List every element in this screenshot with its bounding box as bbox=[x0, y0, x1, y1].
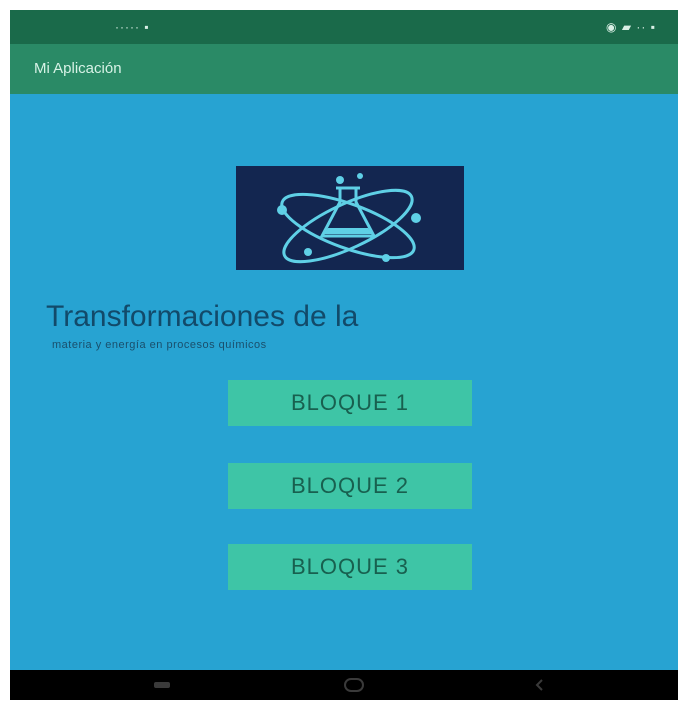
page-subtitle: materia y energía en procesos químicos bbox=[52, 339, 267, 351]
nav-recent-button[interactable] bbox=[525, 670, 555, 700]
navigation-bar bbox=[10, 670, 678, 700]
status-bar: ····· ▪ ◉ ▰ ·· ▪ bbox=[10, 10, 678, 44]
bloque-2-button[interactable]: BLOQUE 2 bbox=[228, 463, 472, 509]
app-title: Mi Aplicación bbox=[34, 60, 122, 77]
atom-flask-icon bbox=[277, 173, 421, 264]
app-logo bbox=[236, 166, 464, 270]
page-title: Transformaciones de la bbox=[46, 300, 359, 333]
home-icon bbox=[344, 678, 364, 692]
bloque-1-button[interactable]: BLOQUE 1 bbox=[228, 380, 472, 426]
phone-screen: ····· ▪ ◉ ▰ ·· ▪ Mi Aplicación Transform… bbox=[10, 10, 678, 700]
app-bar: Mi Aplicación bbox=[10, 44, 678, 94]
nav-home-button[interactable] bbox=[334, 670, 374, 700]
status-bar-left: ····· ▪ bbox=[115, 20, 150, 34]
nav-back-button[interactable] bbox=[142, 670, 182, 700]
recent-apps-icon bbox=[535, 679, 543, 691]
bloque-3-button[interactable]: BLOQUE 3 bbox=[228, 544, 472, 590]
status-bar-right: ◉ ▰ ·· ▪ bbox=[606, 20, 656, 34]
back-icon bbox=[154, 682, 170, 688]
